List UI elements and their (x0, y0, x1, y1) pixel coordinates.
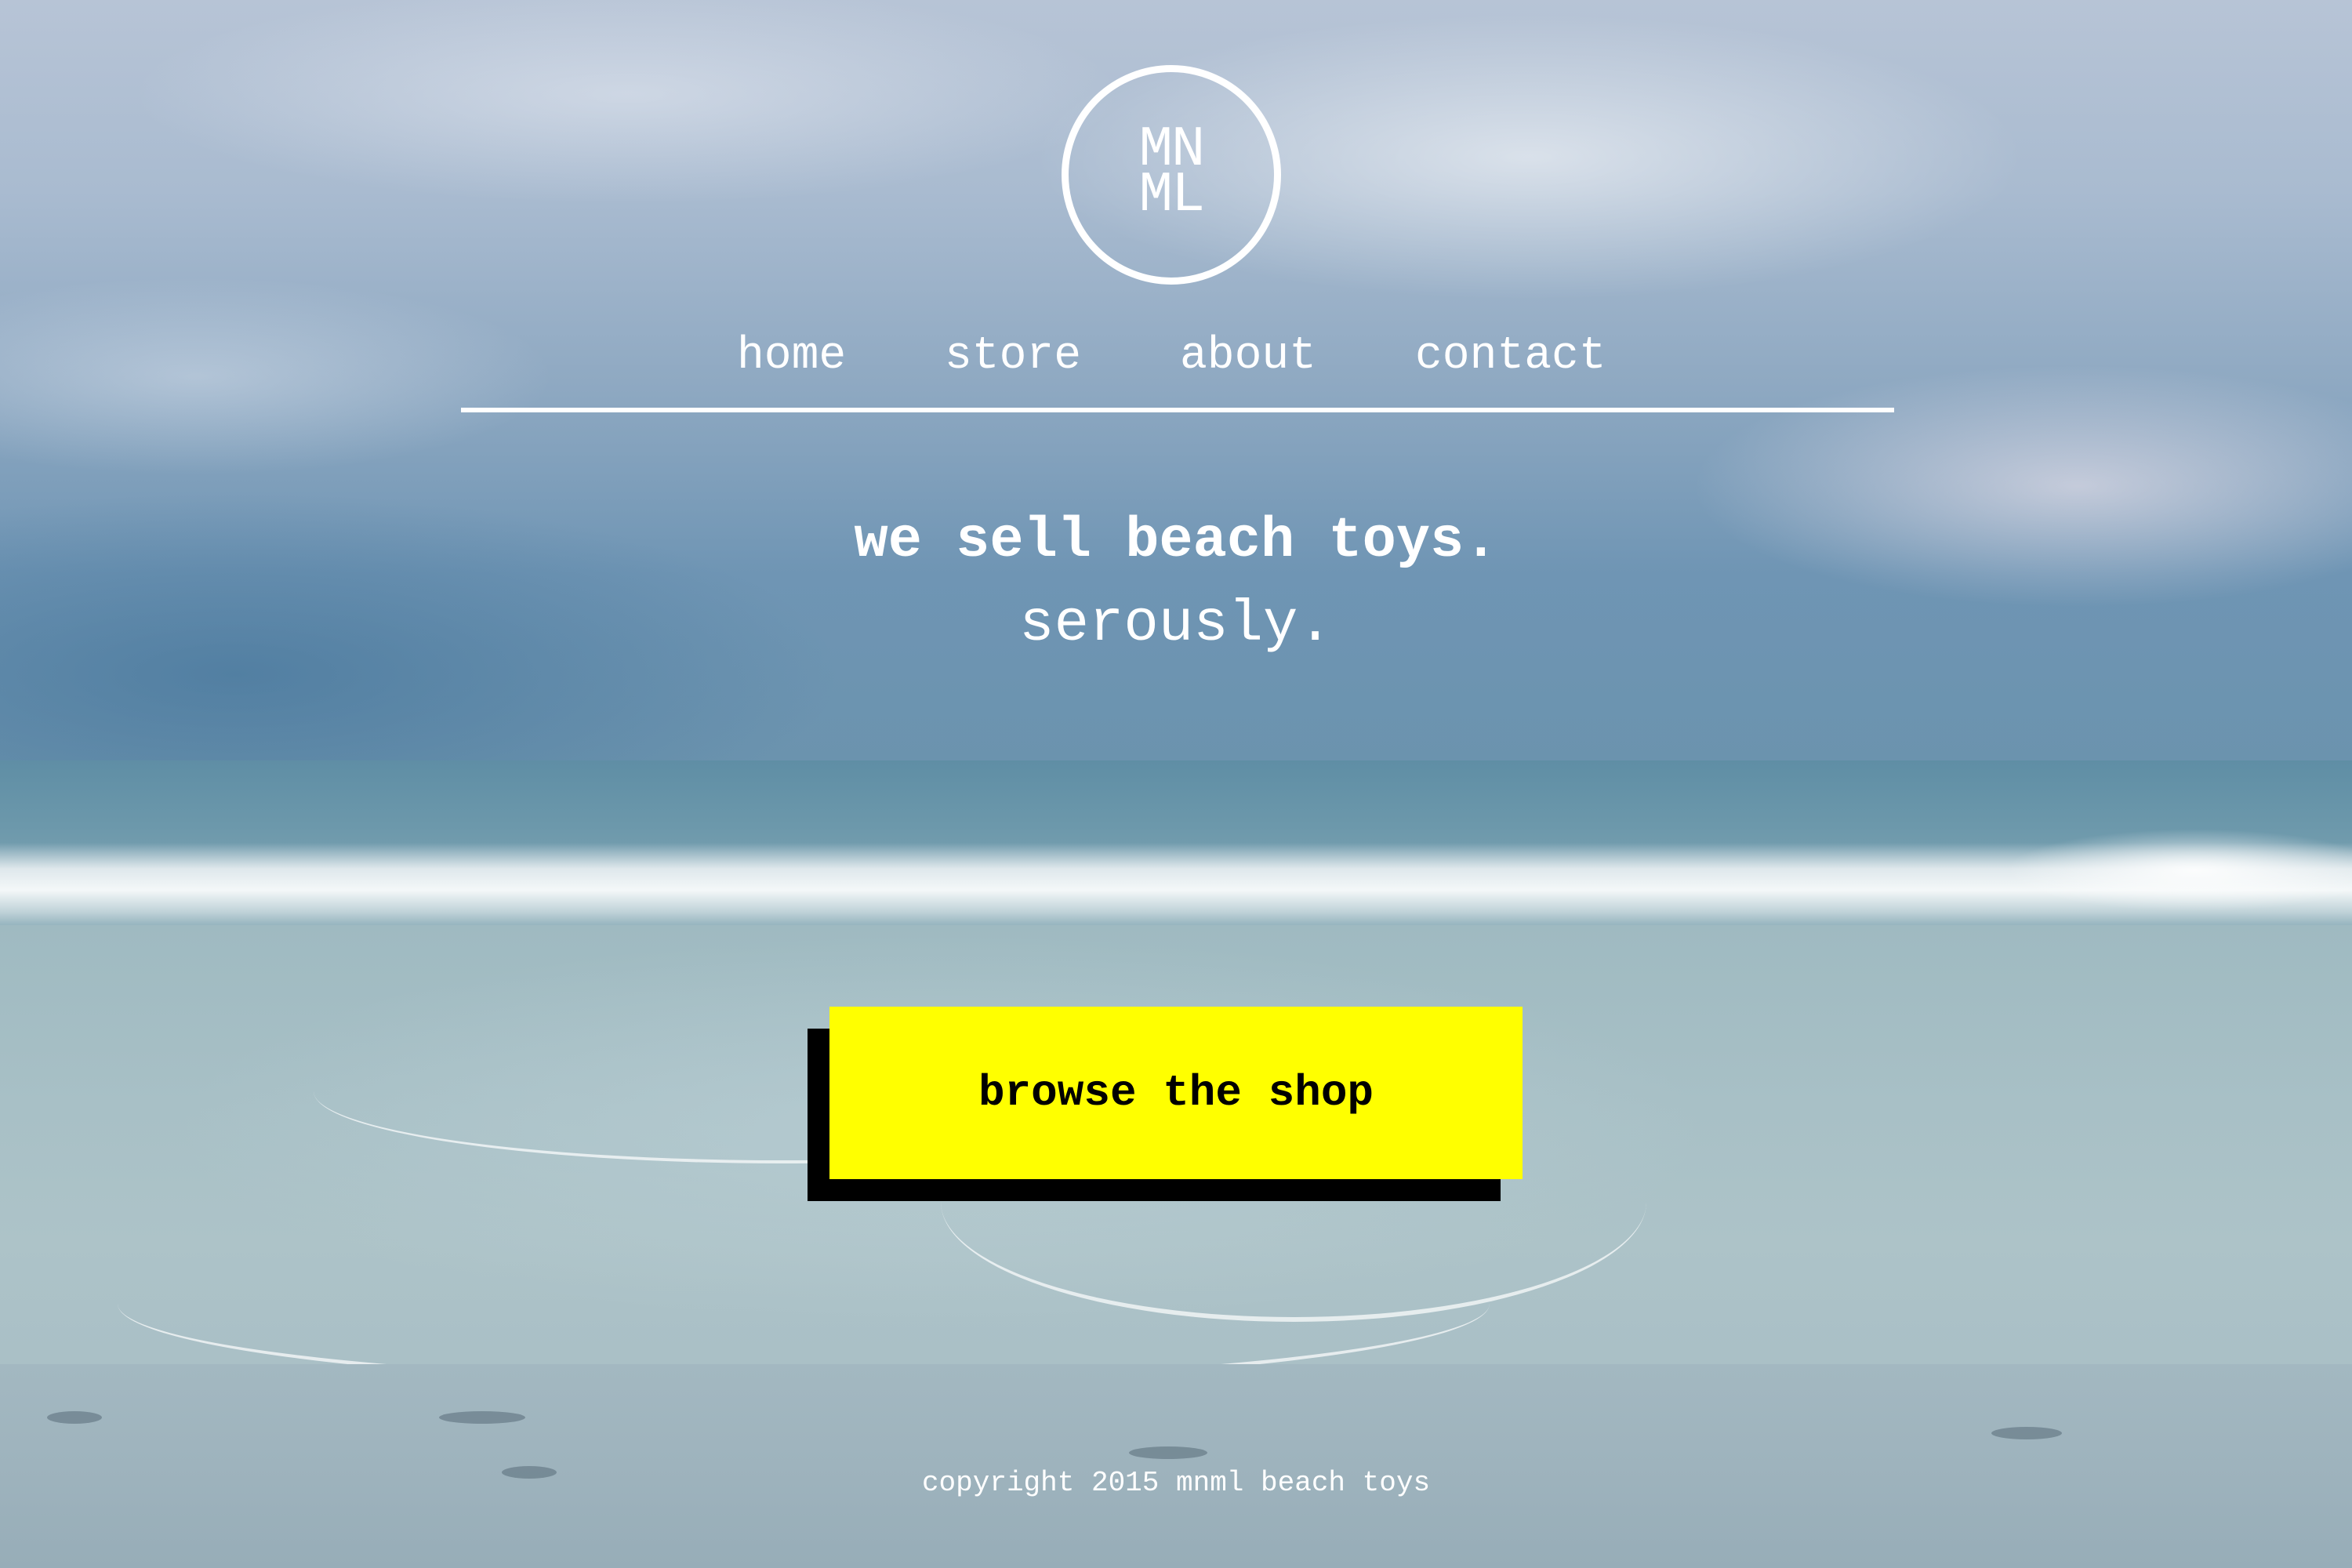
footprint (1991, 1427, 2062, 1439)
footprint (47, 1411, 102, 1424)
nav-item-contact[interactable]: contact (1415, 329, 1606, 384)
nav-item-about[interactable]: about (1180, 329, 1316, 384)
footer-copyright: copyright 2015 mnml beach toys (921, 1467, 1431, 1499)
browse-shop-button[interactable]: browse the shop (829, 1007, 1523, 1179)
footprint (1129, 1446, 1207, 1459)
logo-text: MN ML (1069, 122, 1274, 227)
wave-crest (1960, 815, 2352, 917)
logo[interactable]: MN ML (1062, 65, 1281, 285)
footprint (439, 1411, 525, 1424)
logo-line-2: ML (1138, 163, 1205, 227)
hero-subline: serously. (1019, 592, 1333, 658)
hero-headline: we sell beach toys. (854, 509, 1498, 573)
nav-divider (461, 408, 1894, 412)
nav-item-store[interactable]: store (945, 329, 1081, 384)
nav-item-home[interactable]: home (737, 329, 846, 384)
main-nav: home store about contact (463, 329, 1893, 400)
